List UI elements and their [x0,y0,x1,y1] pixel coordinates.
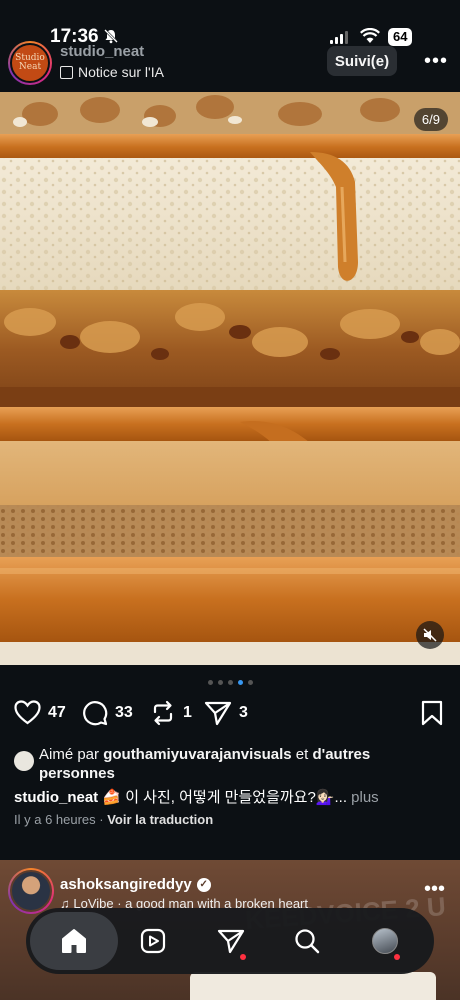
post-author-username[interactable]: studio_neat [60,43,144,60]
carousel-indicator [0,680,460,685]
speaker-muted-icon [423,628,437,642]
carousel-dot [247,680,253,685]
share-count: 3 [239,704,248,721]
liker-avatar [14,751,34,771]
caption-more-link[interactable]: plus [347,789,379,806]
nav-reels[interactable] [130,918,176,964]
see-translation-link[interactable]: Voir la traduction [107,812,213,827]
image-counter: 6/9 [413,108,448,131]
carousel-dot-active [237,680,243,685]
liked-by-user[interactable]: gouthamiyuvarajanvisuals [103,746,291,763]
dessert-layers-image [0,92,460,665]
caption-text: 🍰 이 사진, 어떻게 만들었을까요?💁🏻‍♀️... [98,789,347,806]
profile-avatar [372,928,398,954]
meta-separator: · [95,812,108,827]
send-icon [204,701,232,726]
comment-icon [83,701,108,726]
carousel-dot [207,680,213,685]
liked-by-text: Aimé par gouthamiyuvarajanvisuals et d'a… [14,745,444,783]
next-post-image-fragment [190,972,436,1000]
direct-messages-icon [217,929,245,954]
post-meta: Il y a 6 heures · Voir la traduction [14,812,213,827]
messages-notification-dot [240,954,246,960]
save-button[interactable] [421,700,443,726]
profile-notification-dot [394,954,400,960]
ai-notice-link[interactable]: Notice sur l'IA [60,64,164,80]
post-author-avatar[interactable]: Studio Neat [8,41,52,85]
nav-messages[interactable] [208,918,254,964]
like-button[interactable]: 47 [14,700,66,725]
reels-icon [140,928,166,954]
heart-icon [14,700,41,725]
comment-button[interactable]: 33 [82,700,133,726]
post-actions: 47 33 1 3 [0,700,460,732]
like-count: 47 [48,703,66,721]
ai-notice-label: Notice sur l'IA [78,64,164,80]
bookmark-icon [421,700,443,726]
liked-by-suffix: et [291,746,313,763]
next-post-author-avatar[interactable] [8,868,54,914]
search-icon [295,929,320,954]
carousel-dot [227,680,233,685]
home-icon [62,929,86,953]
caption-username[interactable]: studio_neat [14,789,98,806]
nav-home[interactable] [30,912,118,970]
next-post-author[interactable]: ashoksangireddyy ✓ [60,876,211,893]
following-button[interactable]: Suivi(e) [327,46,397,76]
post-time: Il y a 6 heures [14,812,96,827]
nav-profile[interactable] [362,918,408,964]
comment-count: 33 [115,704,133,721]
liked-by-prefix: Aimé par [39,746,104,763]
repost-icon [153,700,173,726]
liked-by[interactable]: Aimé par gouthamiyuvarajanvisuals et d'a… [14,745,444,783]
ai-label-icon [60,65,73,79]
post-caption[interactable]: studio_neat 🍰 이 사진, 어떻게 만들었을까요?💁🏻‍♀️... … [14,786,379,807]
post-image[interactable]: 6/9 [0,92,460,665]
next-post-more-icon[interactable]: ••• [424,878,445,901]
bottom-navigation [26,908,434,974]
more-options-icon[interactable]: ••• [424,50,448,73]
nav-search[interactable] [284,918,330,964]
post-header: Studio Neat studio_neat Notice sur l'IA … [0,38,460,90]
avatar-logo-text: Studio Neat [10,43,50,83]
verified-badge-icon: ✓ [196,877,211,892]
next-post-username[interactable]: ashoksangireddyy [60,876,192,893]
repost-button[interactable]: 1 [150,700,192,726]
carousel-dot [217,680,223,685]
repost-count: 1 [183,704,192,721]
mute-toggle[interactable] [416,621,444,649]
share-button[interactable]: 3 [204,700,248,726]
